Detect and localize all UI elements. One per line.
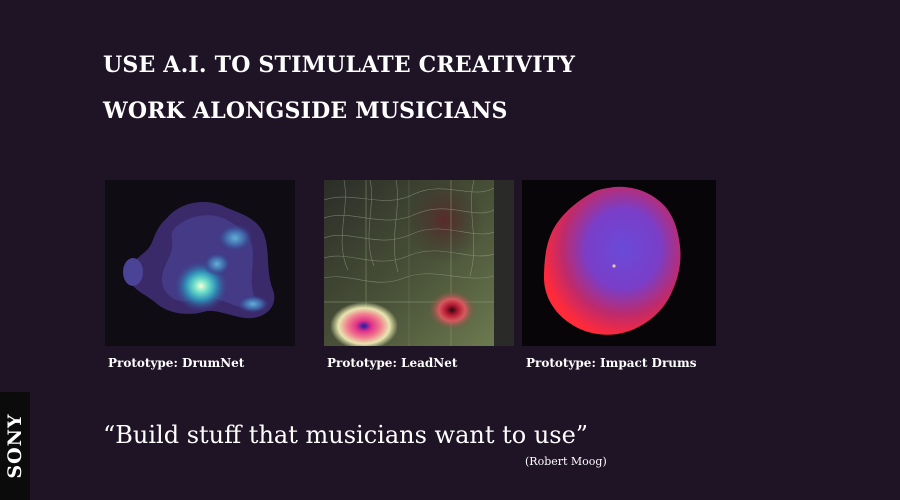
drumnet-density-graphic xyxy=(123,202,275,319)
caption-impact-drums: Prototype: Impact Drums xyxy=(526,356,697,370)
logo-strip: SONY xyxy=(0,392,30,500)
contour-peak-right xyxy=(428,290,476,330)
slide: USE A.I. TO STIMULATE CREATIVITY WORK AL… xyxy=(0,0,900,500)
density-peak-left xyxy=(123,258,143,286)
impact-drums-sphere-image xyxy=(522,180,716,346)
sphere-center-point xyxy=(612,264,616,268)
quote-attribution: (Robert Moog) xyxy=(525,455,607,468)
drumnet-density-image xyxy=(105,180,295,346)
sphere-body xyxy=(544,186,681,335)
leadnet-contour-image xyxy=(324,180,514,346)
sony-logo: SONY xyxy=(4,413,26,479)
density-peak-middle xyxy=(203,252,231,276)
impact-drums-sphere-graphic xyxy=(544,186,681,335)
quote-text: “Build stuff that musicians want to use” xyxy=(103,421,589,449)
headline-ai-creativity: USE A.I. TO STIMULATE CREATIVITY xyxy=(103,52,576,78)
caption-drumnet: Prototype: DrumNet xyxy=(108,356,245,370)
caption-leadnet: Prototype: LeadNet xyxy=(327,356,458,370)
density-peak-upper xyxy=(217,224,253,252)
leadnet-contour-graphic xyxy=(324,180,494,346)
headline-work-alongside-musicians: WORK ALONGSIDE MUSICIANS xyxy=(103,98,508,124)
density-peak-right xyxy=(237,295,269,313)
